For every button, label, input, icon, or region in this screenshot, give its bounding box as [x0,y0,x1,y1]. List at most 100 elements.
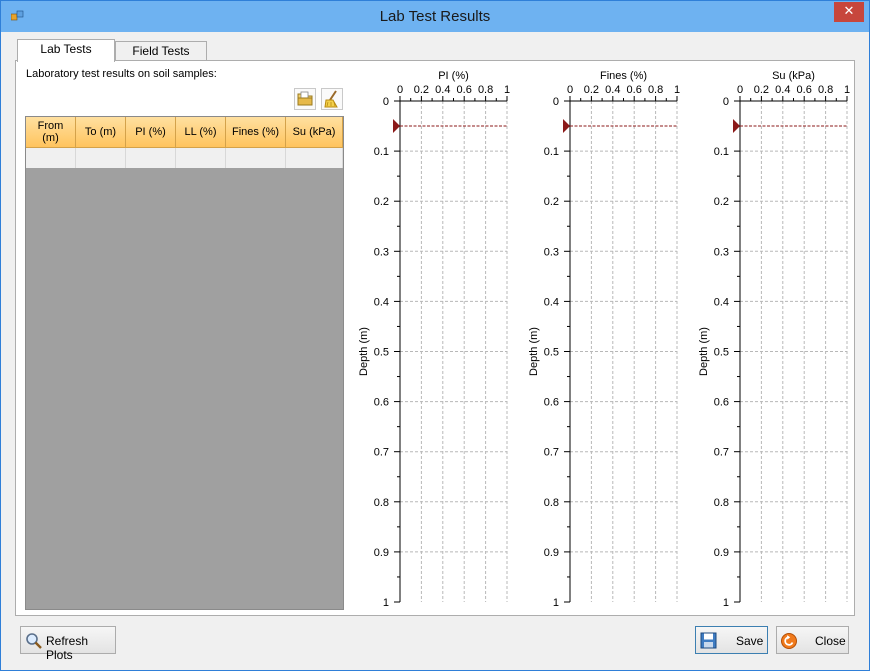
plot-title: Fines (%) [600,70,647,82]
y-tick-label: 1 [723,597,729,606]
table-row[interactable] [26,148,343,168]
title-bar[interactable]: Lab Test Results ✕ [1,1,869,32]
x-tick-label: 0.2 [414,84,429,96]
y-tick-label: 0.4 [544,296,559,308]
y-axis-label: Depth (m) [698,327,710,376]
plot-title: Su (kPa) [772,70,815,82]
y-tick-label: 0 [383,96,389,108]
y-tick-label: 0.5 [374,347,389,359]
x-tick-label: 0.8 [818,84,833,96]
y-tick-label: 0.9 [374,547,389,559]
x-tick-label: 0.4 [605,84,620,96]
x-tick-label: 1 [674,84,680,96]
lab-tests-panel: Laboratory test results on soil samples: [15,60,855,616]
y-tick-label: 0.3 [544,246,559,258]
x-tick-label: 0.2 [754,84,769,96]
depth-plot-svg: Fines (%) 0 0.2 0.4 0.6 0.8 1 0 0.1 0.2 0.3 0.4 0.5 0… [528,70,680,606]
clear-button[interactable] [321,88,343,110]
cell-to[interactable] [76,148,126,168]
refresh-plots-button[interactable]: Refresh Plots [20,626,116,662]
y-tick-label: 0.2 [374,196,389,208]
y-tick-label: 0.3 [714,246,729,258]
y-axis-label: Depth (m) [358,327,370,376]
y-tick-label: 0.4 [374,296,389,308]
undo-arrow-icon [780,632,798,653]
close-label: Close [815,634,846,648]
y-tick-label: 0.1 [374,146,389,158]
y-tick-label: 1 [553,597,559,606]
col-from[interactable]: From (m) [26,117,76,148]
y-tick-label: 0.6 [374,397,389,409]
cell-pi[interactable] [126,148,176,168]
lab-description: Laboratory test results on soil samples: [26,68,217,80]
col-pi[interactable]: PI (%) [126,117,176,148]
y-tick-label: 0.8 [374,497,389,509]
y-tick-label: 0.7 [544,447,559,459]
lab-results-grid[interactable]: From (m) To (m) PI (%) LL (%) Fines (%) … [25,116,344,610]
y-tick-label: 0.3 [374,246,389,258]
y-tick-label: 0.8 [714,497,729,509]
depth-marker-triangle[interactable] [563,119,570,134]
col-ll[interactable]: LL (%) [176,117,226,148]
x-tick-label: 0.2 [584,84,599,96]
refresh-plots-label: Refresh Plots [46,634,89,662]
x-tick-label: 0 [737,84,743,96]
x-tick-label: 1 [844,84,850,96]
y-tick-label: 0 [723,96,729,108]
cell-from[interactable] [26,148,76,168]
y-tick-label: 0.7 [374,447,389,459]
depth-plot-svg: PI (%) 0 0.2 0.4 0.6 0.8 1 0 0.1 0.2 0.3 0.4 0.5 0.6 0… [358,70,510,606]
x-tick-label: 0.8 [478,84,493,96]
x-tick-label: 0.6 [627,84,642,96]
depth-plot-svg: Su (kPa) 0 0.2 0.4 0.6 0.8 1 0 0.1 0.2 0.3 0.4 0.5 0.… [698,70,850,606]
x-tick-label: 0.6 [457,84,472,96]
app-window: Lab Test Results ✕ Lab Tests Field Tests… [0,0,870,671]
y-tick-label: 1 [383,597,389,606]
open-file-button[interactable] [294,88,316,110]
y-tick-label: 0.6 [714,397,729,409]
window-title: Lab Test Results [379,8,491,25]
x-tick-label: 0 [397,84,403,96]
fines-depth-plot: Fines (%) 0 0.2 0.4 0.6 0.8 1 0 0.1 0.2 0.3 0.4 0.5 0… [520,61,690,606]
window-close-button[interactable]: ✕ [834,2,864,22]
col-fines[interactable]: Fines (%) [226,117,286,148]
broom-icon [322,90,342,112]
y-tick-label: 0.5 [714,347,729,359]
y-tick-label: 0.5 [544,347,559,359]
cell-ll[interactable] [176,148,226,168]
y-axis-label: Depth (m) [528,327,540,376]
y-tick-label: 0.1 [544,146,559,158]
save-button[interactable]: Save [695,626,768,654]
cell-fines[interactable] [226,148,286,168]
grid-header: From (m) To (m) PI (%) LL (%) Fines (%) … [26,117,343,148]
floppy-disk-icon [700,632,717,652]
depth-marker-triangle[interactable] [393,119,400,134]
tab-field-tests[interactable]: Field Tests [115,41,207,61]
x-tick-label: 0 [567,84,573,96]
x-tick-label: 0.6 [797,84,812,96]
x-tick-label: 0.4 [775,84,790,96]
col-to[interactable]: To (m) [76,117,126,148]
y-tick-label: 0.2 [544,196,559,208]
x-tick-label: 0.4 [435,84,450,96]
x-tick-label: 0.8 [648,84,663,96]
plot-title: PI (%) [438,70,469,82]
y-tick-label: 0.4 [714,296,729,308]
client-area: Lab Tests Field Tests Laboratory test re… [9,32,861,664]
y-tick-label: 0.9 [544,547,559,559]
y-tick-label: 0.1 [714,146,729,158]
tab-lab-tests[interactable]: Lab Tests [17,39,115,62]
cell-su[interactable] [286,148,343,168]
y-tick-label: 0.9 [714,547,729,559]
y-tick-label: 0.7 [714,447,729,459]
col-su[interactable]: Su (kPa) [286,117,343,148]
depth-marker-triangle[interactable] [733,119,740,134]
magnifier-icon [25,632,43,653]
y-tick-label: 0.8 [544,497,559,509]
y-tick-label: 0.2 [714,196,729,208]
close-button[interactable]: Close [776,626,849,654]
y-tick-label: 0.6 [544,397,559,409]
pi-depth-plot: PI (%) 0 0.2 0.4 0.6 0.8 1 0 0.1 0.2 0.3 0.4 0.5 0.6 0… [350,61,520,606]
y-tick-label: 0 [553,96,559,108]
save-label: Save [736,634,764,648]
